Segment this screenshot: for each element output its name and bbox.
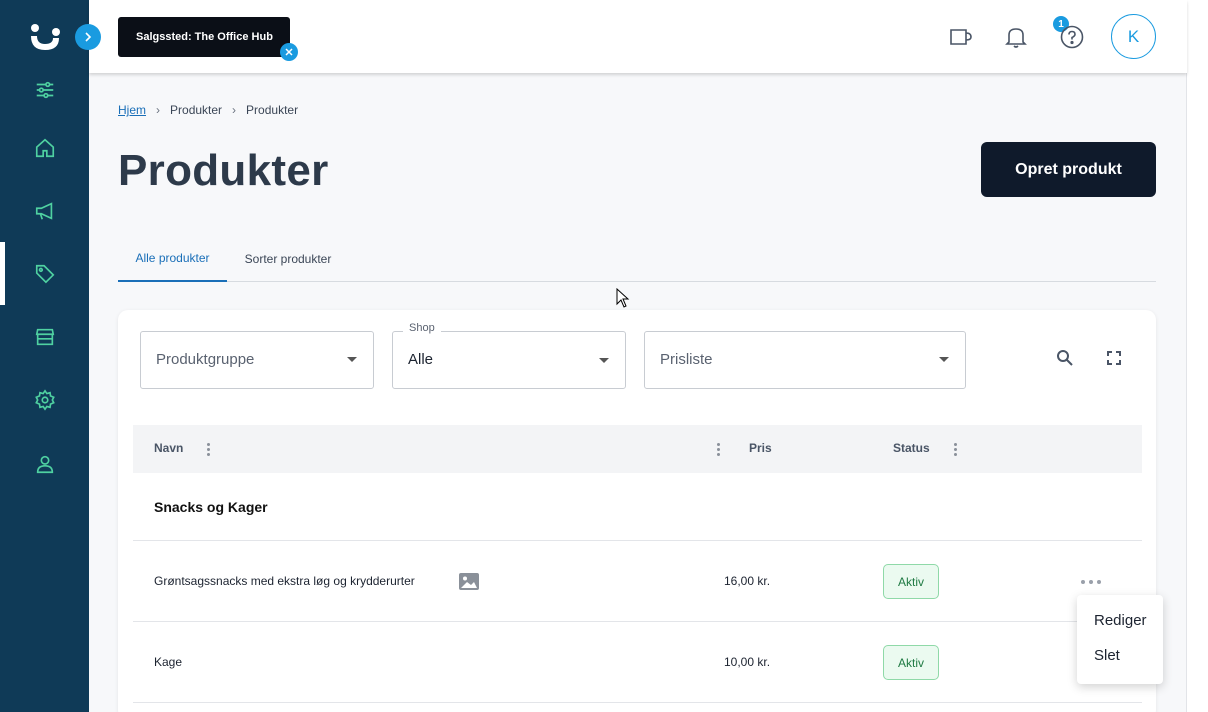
gear-icon — [34, 388, 55, 411]
column-header-status[interactable]: Status — [893, 441, 930, 455]
product-name: Kage — [154, 655, 183, 669]
chevron-down-icon — [347, 357, 357, 362]
cart-button[interactable] — [946, 22, 976, 52]
search-button[interactable] — [1053, 346, 1077, 370]
menu-item-edit[interactable]: Rediger — [1094, 612, 1147, 629]
store-chip-label: Salgssted: The Office Hub — [136, 31, 273, 43]
tab-bar: Alle produkter Sorter produkter — [118, 236, 1156, 282]
table-group-row: Snacks og Kager — [133, 473, 1142, 541]
image-icon — [459, 573, 479, 590]
product-price: 16,00 kr. — [724, 574, 771, 588]
user-avatar[interactable]: K — [1111, 14, 1156, 59]
chevron-down-icon — [939, 357, 949, 362]
home-icon — [35, 138, 54, 157]
tab-all-products[interactable]: Alle produkter — [118, 236, 227, 282]
products-card: Produktgruppe Shop Alle Prisliste Navn P… — [118, 310, 1156, 712]
cart-icon — [950, 29, 972, 45]
menu-item-delete[interactable]: Slet — [1094, 647, 1120, 664]
notifications-button[interactable] — [1001, 22, 1031, 52]
shop-select-label: Shop — [403, 322, 441, 334]
column-menu-icon[interactable] — [950, 441, 960, 457]
product-group-placeholder: Produktgruppe — [156, 351, 255, 368]
column-header-name[interactable]: Navn — [154, 441, 183, 455]
product-name: Grøntsagssnacks med ekstra løg og krydde… — [154, 574, 415, 588]
window-edge — [1187, 0, 1208, 712]
sidebar-item-settings[interactable] — [0, 368, 89, 431]
column-header-price[interactable]: Pris — [749, 441, 772, 455]
topbar: Salgssted: The Office Hub 1 K — [89, 0, 1187, 73]
table-row[interactable]: Grøntsagssnacks med ekstra løg og krydde… — [133, 541, 1142, 622]
store-chip-close-button[interactable] — [280, 43, 298, 61]
close-icon — [285, 48, 293, 56]
bell-icon — [1005, 28, 1027, 48]
sliders-icon — [36, 81, 53, 98]
sidebar-expand-button[interactable] — [75, 24, 101, 50]
pricelist-select[interactable]: Prisliste — [644, 331, 966, 389]
pricelist-placeholder: Prisliste — [660, 351, 713, 368]
tab-sort-products[interactable]: Sorter produkter — [237, 236, 339, 282]
brand-logo — [31, 24, 60, 50]
product-price: 10,00 kr. — [724, 655, 771, 669]
shop-select[interactable]: Shop Alle — [392, 322, 626, 389]
status-badge: Aktiv — [883, 564, 939, 599]
column-menu-icon[interactable] — [713, 441, 723, 457]
help-button[interactable] — [1057, 22, 1087, 52]
breadcrumb: Hjem › Produkter › Produkter — [118, 103, 298, 117]
sidebar-item-account[interactable] — [0, 432, 89, 495]
megaphone-icon — [35, 201, 52, 220]
fullscreen-icon — [1107, 351, 1121, 365]
sidebar-item-home[interactable] — [0, 116, 89, 179]
breadcrumb-item[interactable]: Produkter — [170, 103, 222, 117]
row-action-menu: Rediger Slet — [1077, 595, 1163, 684]
breadcrumb-chevron-icon: › — [156, 103, 161, 117]
row-more-icon[interactable] — [1081, 577, 1101, 587]
store-chip[interactable]: Salgssted: The Office Hub — [118, 17, 290, 57]
sidebar-item-store[interactable] — [0, 305, 89, 368]
sidebar-item-campaigns[interactable] — [0, 179, 89, 242]
user-icon — [36, 455, 53, 473]
tag-icon — [35, 264, 54, 283]
breadcrumb-home-link[interactable]: Hjem — [118, 103, 146, 117]
sidebar-item-filters[interactable] — [0, 58, 89, 121]
column-menu-icon[interactable] — [203, 441, 213, 457]
sidebar — [0, 0, 89, 712]
breadcrumb-current: Produkter — [246, 103, 299, 117]
table-row[interactable]: Kage 10,00 kr. Aktiv — [133, 622, 1142, 703]
status-badge: Aktiv — [883, 645, 939, 680]
chevron-down-icon — [599, 358, 609, 363]
search-icon — [1057, 350, 1073, 366]
group-name: Snacks og Kager — [154, 499, 268, 515]
product-group-select[interactable]: Produktgruppe — [140, 331, 374, 389]
page-title: Produkter — [118, 146, 329, 195]
breadcrumb-chevron-icon: › — [232, 103, 237, 117]
help-icon — [1060, 25, 1084, 49]
mouse-cursor-icon — [616, 288, 630, 308]
sidebar-item-products[interactable] — [0, 242, 89, 305]
store-icon — [35, 328, 54, 345]
table-header: Navn Pris Status — [133, 425, 1142, 473]
fullscreen-button[interactable] — [1102, 346, 1126, 370]
chevron-right-icon — [85, 32, 92, 42]
create-product-button[interactable]: Opret produkt — [981, 142, 1156, 197]
shop-select-value: Alle — [408, 351, 434, 368]
